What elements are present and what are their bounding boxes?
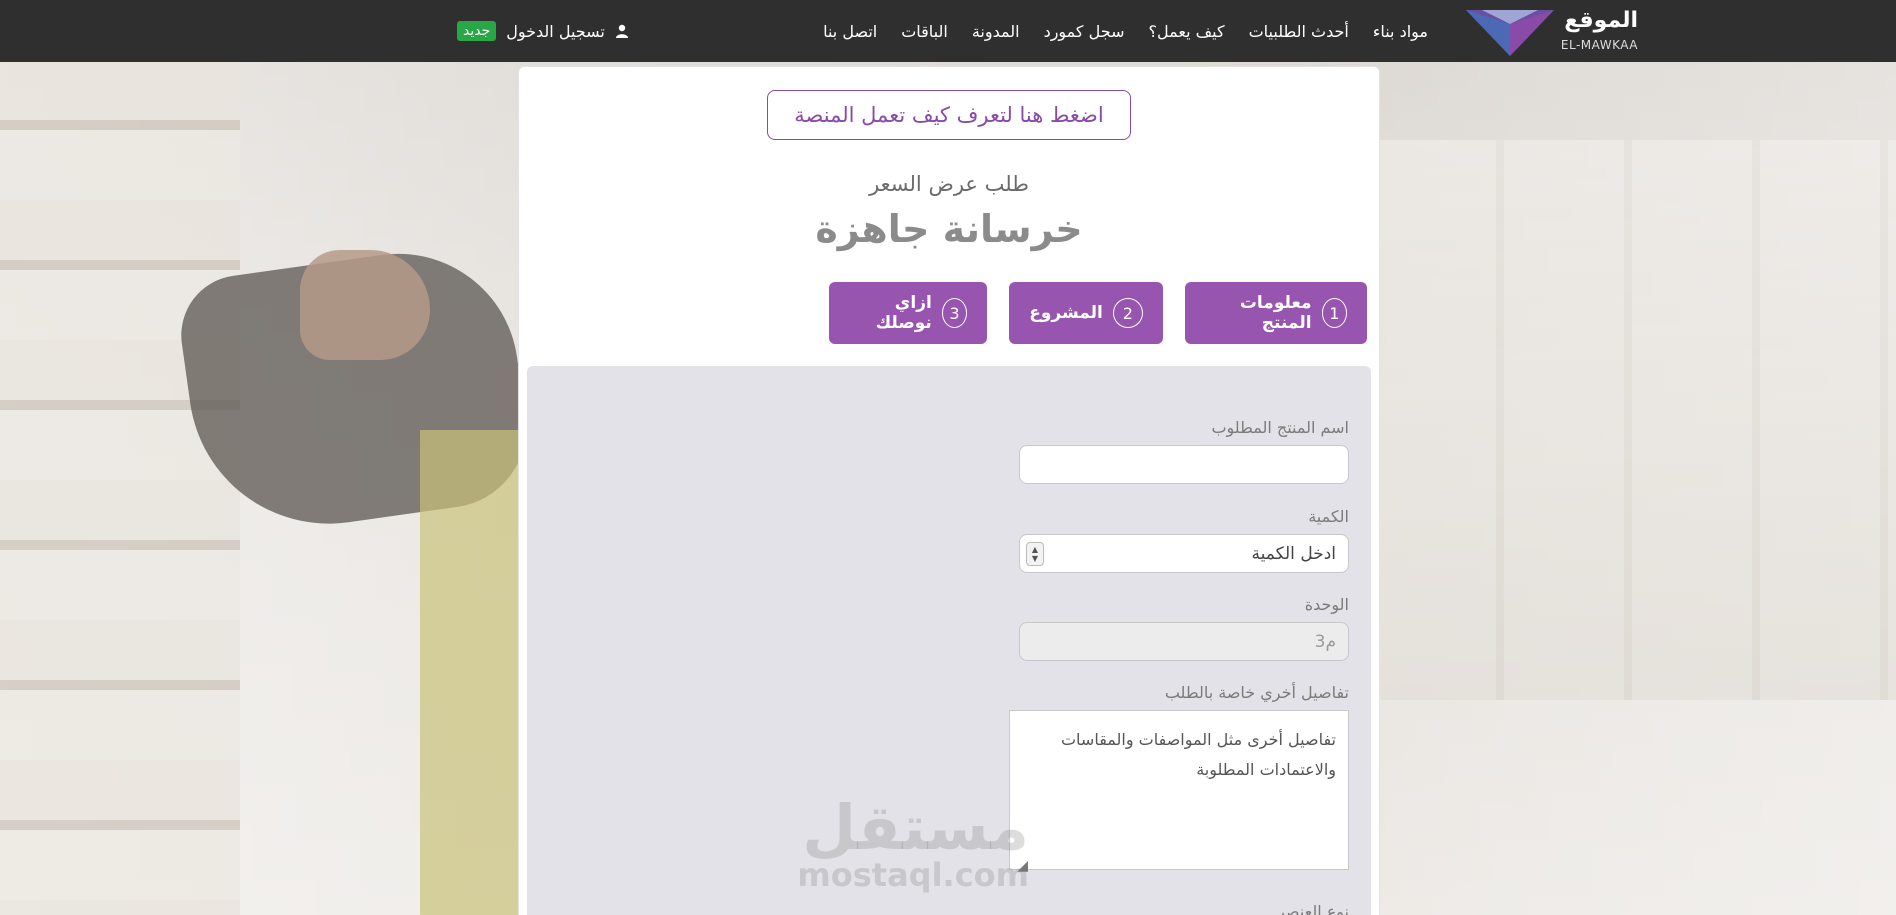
nav-link-packages[interactable]: الباقات	[901, 22, 948, 41]
page-subtitle: طلب عرض السعر	[869, 172, 1029, 196]
quantity-placeholder: ادخل الكمية	[1251, 543, 1336, 564]
step-label: ازاي نوصلك	[875, 293, 932, 333]
unit-label: الوحدة	[1304, 595, 1349, 614]
user-icon	[615, 24, 628, 38]
unit-input: م3	[1019, 622, 1349, 661]
mostaql-watermark: مستقل mostaql.com	[797, 791, 1029, 894]
step-number: 1	[1321, 298, 1347, 328]
chevron-up-icon: ▲	[1031, 545, 1039, 554]
step-delivery[interactable]: 3 ازاي نوصلك	[829, 282, 988, 344]
nav-link-contact[interactable]: اتصل بنا	[823, 22, 877, 41]
quote-request-card: اضغط هنا لتعرف كيف تعمل المنصة طلب عرض ا…	[518, 66, 1380, 915]
nav-link-blog[interactable]: المدونة	[972, 22, 1020, 41]
chevron-down-icon: ▼	[1031, 554, 1039, 563]
details-label: تفاصيل أخري خاصة بالطلب	[1164, 683, 1349, 702]
quantity-label: الكمية	[1308, 507, 1349, 526]
step-number: 3	[941, 298, 968, 328]
unit-group: الوحدة م3	[1019, 595, 1349, 661]
watermark-arabic: مستقل	[802, 791, 1029, 864]
brand-logo[interactable]: الموقع EL-MAWKAA	[1458, 2, 1638, 58]
quantity-stepper[interactable]: ▲ ▼	[1026, 542, 1044, 566]
details-placeholder: تفاصيل أخرى مثل المواصفات والمقاسات والا…	[1060, 730, 1336, 779]
details-textarea[interactable]: تفاصيل أخرى مثل المواصفات والمقاسات والا…	[1009, 710, 1349, 874]
nav-link-register-supplier[interactable]: سجل كمورد	[1044, 22, 1125, 41]
background-worker-hand	[300, 250, 430, 360]
quantity-input[interactable]: ادخل الكمية ▲ ▼	[1019, 534, 1349, 573]
login-label: تسجيل الدخول	[506, 21, 605, 41]
page-title: خرسانة جاهزة	[815, 207, 1083, 251]
watermark-english: mostaql.com	[797, 856, 1029, 894]
brand-subtitle: EL-MAWKAA	[1560, 38, 1638, 52]
logo-mark-icon	[1466, 10, 1554, 56]
item-type-group: نوع العنصر	[1019, 902, 1349, 915]
details-group: تفاصيل أخري خاصة بالطلب تفاصيل أخرى مثل …	[1009, 683, 1349, 874]
step-label: المشروع	[1029, 303, 1103, 323]
product-name-group: اسم المنتج المطلوب	[1019, 418, 1349, 484]
step-label: معلومات المنتج	[1239, 293, 1312, 333]
background-shelves	[0, 60, 240, 915]
quantity-group: الكمية ادخل الكمية ▲ ▼	[1019, 507, 1349, 573]
how-platform-works-button[interactable]: اضغط هنا لتعرف كيف تعمل المنصة	[767, 90, 1131, 140]
step-product-info[interactable]: 1 معلومات المنتج	[1184, 282, 1367, 344]
wizard-steps: 1 معلومات المنتج 2 المشروع 3 ازاي نوصلك	[829, 282, 1367, 344]
background-boxes	[1376, 140, 1896, 700]
step-project[interactable]: 2 المشروع	[1009, 282, 1163, 344]
nav-links: مواد بناء أحدث الطلبيات كيف يعمل؟ سجل كم…	[823, 0, 1428, 62]
brand-name: الموقع	[1564, 8, 1638, 33]
new-badge: جديد	[457, 21, 497, 41]
nav-link-latest-orders[interactable]: أحدث الطلبيات	[1249, 22, 1349, 41]
nav-link-how-it-works[interactable]: كيف يعمل؟	[1148, 22, 1224, 41]
product-name-label: اسم المنتج المطلوب	[1211, 418, 1349, 437]
item-type-label: نوع العنصر	[1277, 902, 1349, 915]
background-worker-vest	[420, 430, 530, 915]
step-number: 2	[1112, 298, 1143, 328]
product-name-input[interactable]	[1019, 445, 1349, 484]
login-link[interactable]: تسجيل الدخول جديد	[457, 0, 629, 62]
nav-link-building-materials[interactable]: مواد بناء	[1373, 22, 1428, 41]
top-navbar: الموقع EL-MAWKAA مواد بناء أحدث الطلبيات…	[0, 0, 1896, 62]
